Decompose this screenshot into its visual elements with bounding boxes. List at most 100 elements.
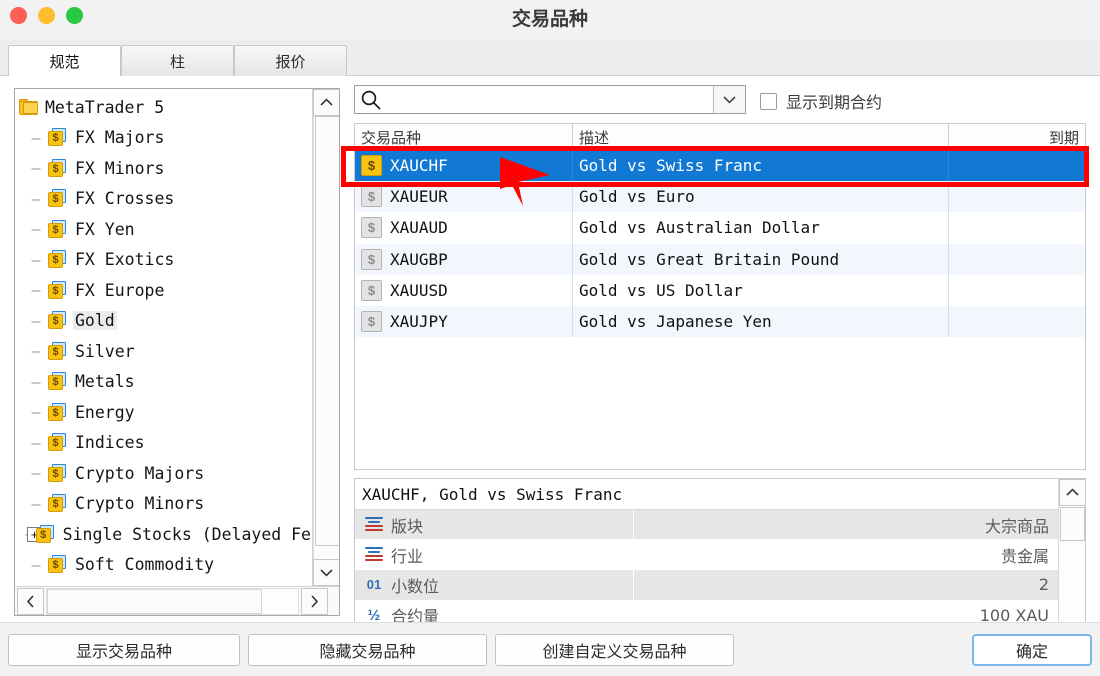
cell-description: Gold vs US Dollar [573,274,949,306]
scroll-up-icon[interactable] [1059,479,1085,506]
tree-indent: — [31,433,41,452]
detail-row[interactable]: 版块 大宗商品 [355,509,1058,541]
tree-node-fx-europe[interactable]: — $ FX Europe [15,275,313,306]
cell-expiry [949,306,1085,337]
tree-node-soft-commodity[interactable]: — $ Soft Commodity [15,550,313,581]
tree-node-label: Metals [75,372,135,392]
tree-node-label: FX Europe [75,280,165,300]
detail-value: 大宗商品 [984,516,1049,536]
tree-node-label: Single Stocks (Delayed Fe [62,524,311,544]
symbol-group-icon: $ [47,250,69,269]
tree-indent: — [31,464,41,483]
tree-horizontal-scrollbar[interactable] [15,586,339,615]
detail-label-cell: 版块 [355,509,634,540]
scroll-up-icon[interactable] [313,89,339,116]
table-row[interactable]: $ XAUAUD Gold vs Australian Dollar [355,212,1085,244]
tree-hscroll-thumb[interactable] [47,589,262,614]
scroll-down-icon[interactable] [313,559,339,586]
tree-node-single-stocks[interactable]: + — $ Single Stocks (Delayed Fe [15,519,313,550]
hide-symbols-button[interactable]: 隐藏交易品种 [248,634,487,666]
table-row[interactable]: $ XAUEUR Gold vs Euro [355,181,1085,213]
tree-node-crypto-majors[interactable]: — $ Crypto Majors [15,458,313,489]
table-header-row: 交易品种 描述 到期 [355,124,1085,150]
cell-symbol: $ XAUGBP [355,243,573,275]
show-symbols-button[interactable]: 显示交易品种 [8,634,240,666]
symbol-group-icon: $ [47,158,69,178]
tree-hscroll-track[interactable] [46,588,299,615]
list-lines-icon [362,516,386,533]
symbol-text: XAUCHF [390,156,448,176]
tree-node-label: FX Yen [75,219,135,239]
tree-node-crypto-minors[interactable]: — $ Crypto Minors [15,489,313,520]
tree-node-indices[interactable]: — $ Indices [15,428,313,459]
create-custom-symbol-button[interactable]: 创建自定义交易品种 [495,634,734,666]
tab-specification[interactable]: 规范 [8,45,121,76]
tab-bars[interactable]: 柱 [121,45,234,76]
symbol-text: XAUEUR [390,187,448,207]
tree-indent: — [31,342,41,361]
search-combobox[interactable] [354,85,746,114]
symbol-group-icon: $ [47,128,69,147]
tree-node-label: Crypto Majors [75,463,205,483]
symbol-icon: $ [361,311,382,333]
table-row[interactable]: $ XAUUSD Gold vs US Dollar [355,274,1085,306]
tree-indent: — [31,220,41,239]
tree-node-metals[interactable]: — $ Metals [15,367,313,398]
column-header-expiry[interactable]: 到期 [949,124,1085,149]
window-title: 交易品种 [511,9,588,30]
tab-ticks[interactable]: 报价 [234,45,347,76]
cell-description: Gold vs Great Britain Pound [573,243,949,275]
tree-indent: — [31,250,41,269]
tree-node-silver[interactable]: — $ Silver [15,336,313,367]
symbol-group-icon: $ [47,555,69,574]
tree-indent: — [31,159,41,178]
symbol-group-icon: $ [47,494,69,513]
tree-node-energy[interactable]: — $ Energy [15,397,313,428]
symbol-tree[interactable]: MetaTrader 5 — $ FX Majors — $ FX Minors… [15,89,313,586]
symbol-icon: $ [361,186,382,208]
symbol-tree-panel: MetaTrader 5 — $ FX Majors — $ FX Minors… [14,88,340,616]
show-expired-contracts-checkbox[interactable]: 显示到期合约 [760,89,882,113]
detail-row[interactable]: 行业 贵金属 [355,539,1058,571]
tree-node-metatrader5[interactable]: MetaTrader 5 [15,92,313,123]
checkbox-icon[interactable] [760,92,777,110]
tree-node-fx-exotics[interactable]: — $ FX Exotics [15,245,313,276]
symbol-text: XAUAUD [390,218,448,238]
cell-symbol: $ XAUAUD [355,212,573,244]
tree-scroll-track[interactable] [313,116,339,559]
scroll-left-icon[interactable] [17,588,44,615]
tree-node-fx-yen[interactable]: — $ FX Yen [15,214,313,245]
table-row[interactable]: $ XAUCHF Gold vs Swiss Franc [355,150,1085,182]
scroll-right-icon[interactable] [301,588,328,615]
symbol-group-icon: $ [47,311,69,330]
chevron-down-icon[interactable] [713,86,745,113]
symbol-group-icon: $ [47,463,69,483]
column-header-symbol[interactable]: 交易品种 [355,124,573,149]
symbols-table[interactable]: 交易品种 描述 到期 $ XAUCHF Gold vs Swiss Franc … [354,123,1086,470]
tree-indent: — [31,311,41,330]
tree-node-gold[interactable]: — $ Gold [15,306,313,337]
table-row[interactable]: $ XAUJPY Gold vs Japanese Yen [355,305,1085,338]
tree-vertical-scrollbar[interactable] [312,89,339,586]
table-row[interactable]: $ XAUGBP Gold vs Great Britain Pound [355,243,1085,275]
tree-node-fx-minors[interactable]: — $ FX Minors [15,153,313,184]
cell-symbol: $ XAUCHF [355,150,573,182]
symbol-text: XAUJPY [390,312,448,332]
tree-node-label: Silver [75,341,135,361]
tree-node-fx-crosses[interactable]: — $ FX Crosses [15,184,313,215]
detail-row[interactable]: 01 小数位 2 [355,569,1058,601]
symbol-group-icon: $ [47,372,69,391]
detail-scroll-thumb[interactable] [1060,507,1085,541]
tree-indent: — [31,189,41,208]
digits-01-icon: 01 [366,577,382,593]
dialog-footer: 显示交易品种 隐藏交易品种 创建自定义交易品种 确定 [0,622,1100,676]
dialog-content: MetaTrader 5 — $ FX Majors — $ FX Minors… [0,76,1100,676]
ok-button[interactable]: 确定 [972,634,1092,666]
symbol-text: XAUGBP [390,249,448,269]
search-input[interactable] [382,87,713,112]
tree-node-label: FX Crosses [75,189,175,209]
tree-scroll-thumb[interactable] [315,116,339,546]
symbol-group-icon: $ [47,402,69,422]
tree-node-fx-majors[interactable]: — $ FX Majors [15,123,313,154]
column-header-description[interactable]: 描述 [573,124,949,149]
